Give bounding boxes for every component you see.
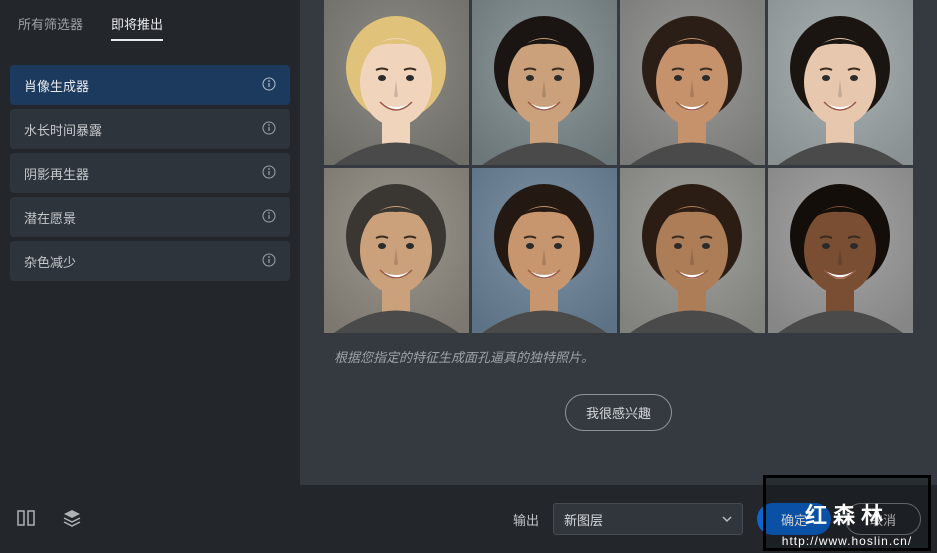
face-grid — [324, 0, 913, 333]
info-icon[interactable] — [262, 121, 276, 138]
face-tile[interactable] — [324, 0, 469, 165]
info-icon[interactable] — [262, 253, 276, 270]
filter-item[interactable]: 肖像生成器 — [10, 65, 290, 105]
face-tile[interactable] — [768, 168, 913, 333]
tab-upcoming[interactable]: 即将推出 — [111, 14, 163, 41]
face-tile[interactable] — [768, 0, 913, 165]
face-tile[interactable] — [324, 168, 469, 333]
compare-icon[interactable] — [16, 508, 36, 531]
caption-text: 根据您指定的特征生成面孔逼真的独特照片。 — [334, 347, 594, 366]
footer: 输出 新图层 确定 取消 — [0, 485, 937, 553]
filter-item-label: 水长时间暴露 — [24, 120, 102, 139]
filter-item[interactable]: 阴影再生器 — [10, 153, 290, 193]
filter-item-label: 肖像生成器 — [24, 76, 89, 95]
filter-item[interactable]: 杂色减少 — [10, 241, 290, 281]
output-select-value: 新图层 — [564, 510, 603, 529]
info-icon[interactable] — [262, 77, 276, 94]
sidebar: 所有筛选器 即将推出 肖像生成器水长时间暴露阴影再生器潜在愿景杂色减少 — [0, 0, 300, 485]
interest-button[interactable]: 我很感兴趣 — [565, 394, 672, 431]
content-panel: 根据您指定的特征生成面孔逼真的独特照片。 我很感兴趣 — [300, 0, 937, 485]
tab-all-filters[interactable]: 所有筛选器 — [18, 14, 83, 39]
filter-item[interactable]: 潜在愿景 — [10, 197, 290, 237]
filter-item-label: 潜在愿景 — [24, 208, 76, 227]
filter-item[interactable]: 水长时间暴露 — [10, 109, 290, 149]
face-tile[interactable] — [620, 168, 765, 333]
sidebar-tabs: 所有筛选器 即将推出 — [0, 14, 300, 59]
face-tile[interactable] — [472, 0, 617, 165]
face-tile[interactable] — [620, 0, 765, 165]
footer-icons — [16, 508, 82, 531]
output-label: 输出 — [513, 510, 539, 529]
face-tile[interactable] — [472, 168, 617, 333]
info-icon[interactable] — [262, 209, 276, 226]
filter-list: 肖像生成器水长时间暴露阴影再生器潜在愿景杂色减少 — [0, 59, 300, 287]
filter-item-label: 杂色减少 — [24, 252, 76, 271]
info-icon[interactable] — [262, 165, 276, 182]
cancel-button[interactable]: 取消 — [845, 503, 921, 535]
output-select[interactable]: 新图层 — [553, 503, 743, 535]
chevron-down-icon — [722, 514, 732, 524]
ok-button[interactable]: 确定 — [757, 503, 831, 535]
layers-icon[interactable] — [62, 508, 82, 531]
filter-item-label: 阴影再生器 — [24, 164, 89, 183]
